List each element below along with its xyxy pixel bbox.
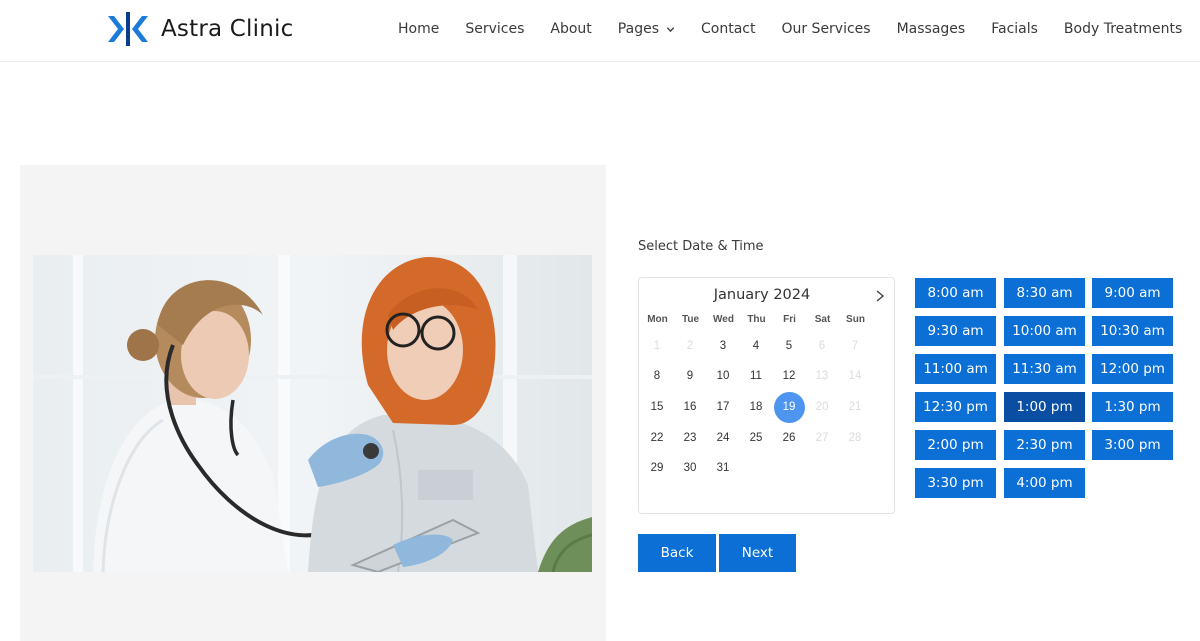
- time-slot[interactable]: 12:00 pm: [1092, 354, 1173, 384]
- site-header: Astra Clinic Home Services About Pages C…: [0, 0, 1200, 62]
- image-panel: [20, 165, 606, 641]
- calendar-day[interactable]: 23: [675, 423, 706, 454]
- weekday-label: Fri: [783, 314, 796, 325]
- calendar-day[interactable]: 15: [642, 392, 673, 423]
- calendar-day[interactable]: 22: [642, 423, 673, 454]
- calendar-day: 20: [815, 400, 829, 413]
- nav-item-facials[interactable]: Facials: [991, 21, 1038, 37]
- calendar-day[interactable]: 31: [708, 453, 739, 484]
- weekday-label: Thu: [747, 314, 766, 325]
- time-slot[interactable]: 12:30 pm: [915, 392, 996, 422]
- calendar-day: 6: [818, 339, 826, 352]
- nav-item-contact[interactable]: Contact: [701, 21, 755, 37]
- calendar-day[interactable]: 10: [708, 361, 739, 392]
- time-slot[interactable]: 3:00 pm: [1092, 430, 1173, 460]
- time-slot[interactable]: 11:30 am: [1004, 354, 1085, 384]
- calendar-day[interactable]: 17: [708, 392, 739, 423]
- calendar-day[interactable]: 16: [675, 392, 706, 423]
- time-slot[interactable]: 8:30 am: [1004, 278, 1085, 308]
- weekday-label: Wed: [713, 314, 734, 325]
- calendar-day: 27: [815, 431, 829, 444]
- nav-item-pages[interactable]: Pages: [618, 21, 675, 37]
- calendar-day[interactable]: 24: [708, 423, 739, 454]
- calendar-day[interactable]: 9: [675, 361, 706, 392]
- time-slot[interactable]: 11:00 am: [915, 354, 996, 384]
- calendar-day[interactable]: 26: [774, 423, 805, 454]
- calendar-day: 21: [848, 400, 862, 413]
- brand-logo-icon[interactable]: [108, 12, 148, 46]
- weekday-label: Sat: [814, 314, 831, 325]
- time-slot[interactable]: 2:00 pm: [915, 430, 996, 460]
- next-button[interactable]: Next: [719, 534, 796, 572]
- time-slot[interactable]: 10:00 am: [1004, 316, 1085, 346]
- time-slot-selected[interactable]: 1:00 pm: [1004, 392, 1085, 422]
- calendar-day: 1: [653, 339, 661, 352]
- time-slot[interactable]: 9:00 am: [1092, 278, 1173, 308]
- calendar-day[interactable]: 30: [675, 453, 706, 484]
- nav-item-our-services[interactable]: Our Services: [781, 21, 870, 37]
- back-button[interactable]: Back: [638, 534, 716, 572]
- calendar-day: 7: [851, 339, 859, 352]
- calendar-day-selected[interactable]: 19: [773, 391, 805, 423]
- weekday-label: Sun: [846, 314, 865, 325]
- nav-item-home[interactable]: Home: [398, 21, 439, 37]
- calendar-day[interactable]: 25: [741, 423, 772, 454]
- nav-item-services[interactable]: Services: [465, 21, 524, 37]
- time-slot[interactable]: 3:30 pm: [915, 468, 996, 498]
- calendar-day[interactable]: 5: [774, 331, 805, 362]
- calendar-day[interactable]: 12: [774, 361, 805, 392]
- calendar-day[interactable]: 8: [642, 361, 673, 392]
- time-slot[interactable]: 2:30 pm: [1004, 430, 1085, 460]
- calendar-day: 13: [815, 370, 829, 383]
- doctor-patient-photo: [33, 255, 592, 572]
- calendar-day: 2: [686, 339, 694, 352]
- time-slot[interactable]: 10:30 am: [1092, 316, 1173, 346]
- calendar-day[interactable]: 11: [741, 361, 772, 392]
- main-nav: Home Services About Pages Contact Our Se…: [398, 21, 1182, 37]
- nav-item-body-treatments[interactable]: Body Treatments: [1064, 21, 1182, 37]
- weekday-label: Mon: [647, 314, 668, 325]
- nav-item-about[interactable]: About: [550, 21, 591, 37]
- chevron-down-icon: [666, 26, 675, 32]
- weekday-label: Tue: [681, 314, 700, 325]
- date-picker-calendar: January 2024 Mon Tue Wed Thu Fri Sat Sun 1 2 3 4 5 6…: [638, 277, 895, 514]
- time-slot[interactable]: 4:00 pm: [1004, 468, 1085, 498]
- chevron-right-icon[interactable]: [874, 289, 886, 303]
- calendar-day[interactable]: 4: [741, 331, 772, 362]
- calendar-day[interactable]: 3: [708, 331, 739, 362]
- calendar-day: 28: [848, 431, 862, 444]
- select-date-time-label: Select Date & Time: [638, 239, 764, 254]
- calendar-month-label: January 2024: [713, 287, 811, 303]
- time-slot[interactable]: 1:30 pm: [1092, 392, 1173, 422]
- calendar-day: 14: [848, 370, 862, 383]
- nav-item-pages-label: Pages: [617, 21, 659, 37]
- calendar-day[interactable]: 18: [741, 392, 772, 423]
- brand-name[interactable]: Astra Clinic: [161, 16, 293, 42]
- calendar-day[interactable]: 29: [642, 453, 673, 484]
- time-slot[interactable]: 9:30 am: [915, 316, 996, 346]
- time-slot[interactable]: 8:00 am: [915, 278, 996, 308]
- nav-item-massages[interactable]: Massages: [897, 21, 966, 37]
